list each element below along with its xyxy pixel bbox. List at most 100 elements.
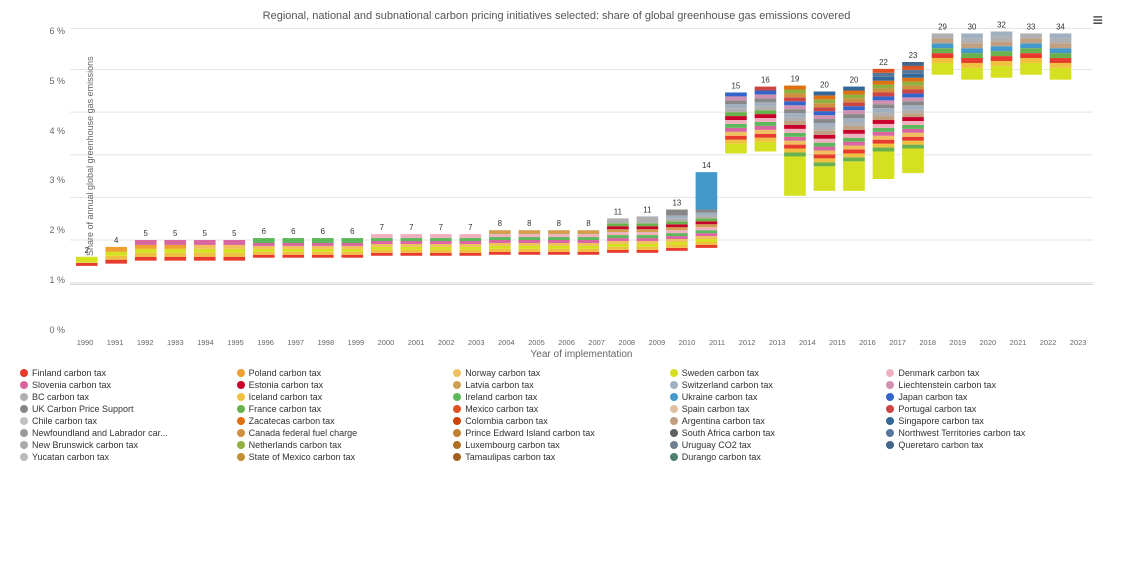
legend-item-tamaulipas: Tamaulipas carbon tax xyxy=(453,452,670,462)
bar-group-1998[interactable]: 6 xyxy=(312,227,334,258)
x-tick-1998: 1998 xyxy=(311,338,341,347)
statemexico-label: State of Mexico carbon tax xyxy=(249,452,356,462)
x-tick-2011: 2011 xyxy=(702,338,732,347)
bar-group-2015[interactable]: 20 xyxy=(814,81,836,191)
x-tick-1992: 1992 xyxy=(130,338,160,347)
svg-text:6: 6 xyxy=(262,227,267,236)
zacatecas-label: Zacatecas carbon tax xyxy=(249,416,335,426)
legend-item-liechtenstein: Liechtenstein carbon tax xyxy=(886,380,1103,390)
bar-group-2007[interactable]: 8 xyxy=(578,219,600,255)
legend-item-canada: Canada federal fuel charge xyxy=(237,428,454,438)
x-tick-1996: 1996 xyxy=(251,338,281,347)
x-tick-1995: 1995 xyxy=(220,338,250,347)
switzerland-dot xyxy=(670,381,678,389)
bar-group-1999[interactable]: 6 xyxy=(341,227,363,258)
bar-group-2000[interactable]: 7 xyxy=(371,223,393,256)
legend-item-denmark: Denmark carbon tax xyxy=(886,368,1103,378)
bar-group-2011[interactable]: 14 xyxy=(696,161,718,284)
bar-group-2022[interactable]: 33 xyxy=(1020,23,1042,75)
x-tick-2018: 2018 xyxy=(913,338,943,347)
svg-text:8: 8 xyxy=(586,219,591,228)
svg-text:5: 5 xyxy=(173,229,178,238)
slovenia-label: Slovenia carbon tax xyxy=(32,380,111,390)
spain-label: Spain carbon tax xyxy=(682,404,750,414)
bar-group-2002[interactable]: 7 xyxy=(430,223,452,256)
y-axis-label: Share of annual global greenhouse gas em… xyxy=(85,106,95,256)
bar-group-2017[interactable]: 22 xyxy=(873,58,895,179)
x-tick-2015: 2015 xyxy=(822,338,852,347)
bar-group-2001[interactable]: 7 xyxy=(401,223,423,256)
svg-text:15: 15 xyxy=(732,82,741,91)
liechtenstein-dot xyxy=(886,381,894,389)
legend-item-iceland: Iceland carbon tax xyxy=(237,392,454,402)
tamaulipas-label: Tamaulipas carbon tax xyxy=(465,452,555,462)
yucatan-dot xyxy=(20,453,28,461)
argentina-label: Argentina carbon tax xyxy=(682,416,765,426)
x-tick-1994: 1994 xyxy=(190,338,220,347)
bar-group-1996[interactable]: 6 xyxy=(253,227,275,258)
y-tick-2: 2 % xyxy=(40,225,65,235)
x-tick-2006: 2006 xyxy=(552,338,582,347)
bar-group-1997[interactable]: 6 xyxy=(282,227,304,258)
bar-group-1994[interactable]: 5 xyxy=(194,229,216,261)
x-tick-2019: 2019 xyxy=(943,338,973,347)
bar-group-2006[interactable]: 8 xyxy=(548,219,570,255)
ukraine-label: Ukraine carbon tax xyxy=(682,392,758,402)
bar-group-1995[interactable]: 5 xyxy=(223,229,245,261)
legend-item-ireland: Ireland carbon tax xyxy=(453,392,670,402)
legend-item-pei: Prince Edward Island carbon tax xyxy=(453,428,670,438)
svg-text:7: 7 xyxy=(380,223,384,232)
bar-group-2012[interactable]: 15 xyxy=(725,82,747,154)
norway-label: Norway carbon tax xyxy=(465,368,540,378)
bar-group-2009[interactable]: 11 xyxy=(637,205,659,252)
bc-dot xyxy=(20,393,28,401)
svg-text:20: 20 xyxy=(820,81,829,90)
bar-group-2010[interactable]: 13 xyxy=(666,199,688,251)
liechtenstein-label: Liechtenstein carbon tax xyxy=(898,380,996,390)
svg-text:34: 34 xyxy=(1056,23,1065,32)
y-tick-0: 0 % xyxy=(40,325,65,335)
legend-item-chile: Chile carbon tax xyxy=(20,416,237,426)
bar-group-2003[interactable]: 7 xyxy=(460,223,482,256)
bar-group-2016[interactable]: 20 xyxy=(843,76,865,191)
bar-group-2020[interactable]: 30 xyxy=(961,23,983,80)
y-tick-3: 3 % xyxy=(40,175,65,185)
denmark-dot xyxy=(886,369,894,377)
newbrunswick-label: New Brunswick carbon tax xyxy=(32,440,138,450)
chart-title: Regional, national and subnational carbo… xyxy=(10,10,1103,22)
svg-text:5: 5 xyxy=(232,229,237,238)
svg-text:14: 14 xyxy=(702,161,711,170)
x-tick-2000: 2000 xyxy=(371,338,401,347)
x-tick-2012: 2012 xyxy=(732,338,762,347)
legend-item-yucatan: Yucatan carbon tax xyxy=(20,452,237,462)
bar-group-2021[interactable]: 32 xyxy=(991,21,1013,78)
bar-group-2005[interactable]: 8 xyxy=(519,219,541,255)
legend: Finland carbon tax Slovenia carbon tax B… xyxy=(20,368,1103,462)
bar-group-2023[interactable]: 34 xyxy=(1050,23,1072,80)
uruguay-label: Uruguay CO2 tax xyxy=(682,440,752,450)
bar-group-1993[interactable]: 5 xyxy=(164,229,186,261)
netherlands-dot xyxy=(237,441,245,449)
bar-group-2019[interactable]: 29 xyxy=(932,23,954,75)
japan-label: Japan carbon tax xyxy=(898,392,967,402)
luxembourg-label: Luxembourg carbon tax xyxy=(465,440,560,450)
svg-text:33: 33 xyxy=(1027,23,1036,32)
bar-group-2013[interactable]: 16 xyxy=(755,76,777,152)
bar-group-2004[interactable]: 8 xyxy=(489,219,511,255)
bar-group-2014[interactable]: 19 xyxy=(784,75,806,196)
x-tick-2007: 2007 xyxy=(582,338,612,347)
svg-text:32: 32 xyxy=(997,21,1006,30)
svg-text:7: 7 xyxy=(439,223,443,232)
menu-icon[interactable]: ≡ xyxy=(1092,10,1103,31)
svg-text:19: 19 xyxy=(791,75,800,84)
svg-text:29: 29 xyxy=(938,23,947,32)
bar-group-2018[interactable]: 23 xyxy=(902,51,924,173)
luxembourg-dot xyxy=(453,441,461,449)
bar-group-2008[interactable]: 11 xyxy=(607,207,629,252)
tamaulipas-dot xyxy=(453,453,461,461)
norway-dot xyxy=(453,369,461,377)
pei-dot xyxy=(453,429,461,437)
legend-item-estonia: Estonia carbon tax xyxy=(237,380,454,390)
legend-item-northwest: Northwest Territories carbon tax xyxy=(886,428,1103,438)
pei-label: Prince Edward Island carbon tax xyxy=(465,428,595,438)
